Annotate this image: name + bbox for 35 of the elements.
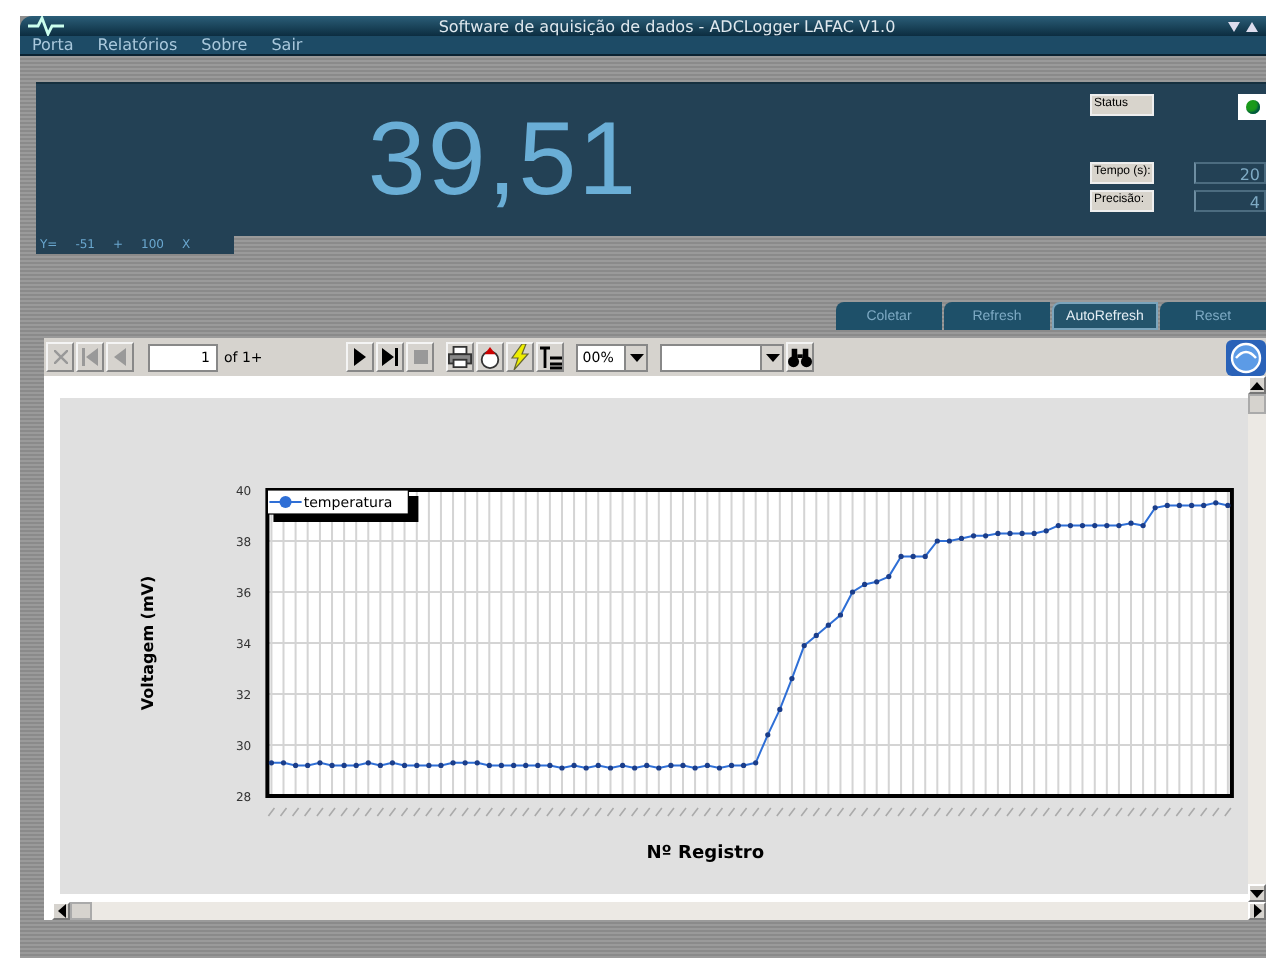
- last-page-icon[interactable]: [376, 342, 405, 372]
- tree-icon[interactable]: [536, 342, 565, 372]
- menu-item[interactable]: Porta: [32, 36, 74, 54]
- horizontal-scrollbar[interactable]: [52, 902, 1266, 920]
- scroll-thumb[interactable]: [1248, 394, 1266, 414]
- legend-marker: [279, 496, 292, 508]
- legend-line: [269, 501, 302, 503]
- printer-icon[interactable]: [446, 342, 475, 372]
- lightning-icon[interactable]: [506, 342, 535, 372]
- menu-item[interactable]: Sobre: [201, 36, 248, 54]
- menu-item[interactable]: Sair: [271, 36, 303, 54]
- window-title: Software de aquisição de dados - ADCLogger LAFAC V1.0: [436, 17, 898, 35]
- next-page-icon[interactable]: [346, 342, 375, 372]
- close-icon[interactable]: [46, 342, 74, 372]
- pulse-icon: [28, 16, 64, 36]
- caret-icon[interactable]: [765, 353, 780, 361]
- scroll-thumb[interactable]: [70, 902, 92, 920]
- first-page-icon[interactable]: [76, 342, 104, 372]
- reading-value: 39,51: [367, 108, 639, 212]
- scroll-right-icon[interactable]: [1253, 904, 1261, 918]
- x-axis-title: Nº Registro: [646, 844, 765, 864]
- scroll-left-icon[interactable]: [57, 904, 65, 918]
- previous-page-icon[interactable]: [106, 342, 134, 372]
- value-field[interactable]: 20: [1194, 162, 1266, 184]
- binoculars-icon[interactable]: [786, 342, 815, 372]
- value-field[interactable]: 4: [1194, 190, 1266, 212]
- export-icon[interactable]: [476, 342, 505, 372]
- menu-item[interactable]: Relatórios: [97, 36, 178, 54]
- caret-icon[interactable]: [629, 353, 644, 361]
- scroll-down-icon[interactable]: [1250, 889, 1264, 897]
- maximize-icon[interactable]: [1246, 21, 1258, 31]
- vertical-scrollbar[interactable]: [1248, 376, 1266, 902]
- minimize-icon[interactable]: [1228, 21, 1240, 31]
- scroll-up-icon[interactable]: [1250, 381, 1264, 389]
- y-axis-title: Voltagem (mV): [138, 575, 157, 711]
